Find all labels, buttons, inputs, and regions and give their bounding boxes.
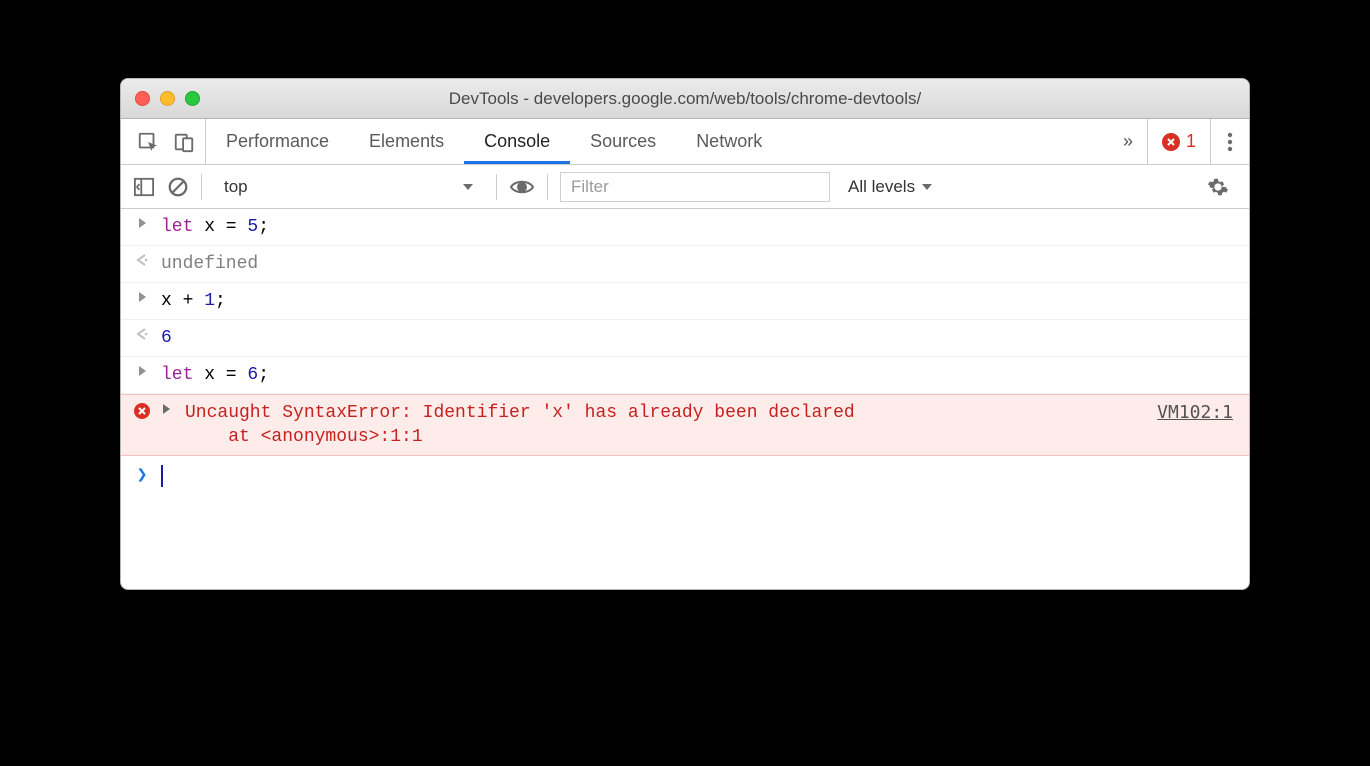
window-title: DevTools - developers.google.com/web/too… xyxy=(121,89,1249,109)
chevron-down-icon xyxy=(462,183,474,191)
console-prompt[interactable]: ❯ xyxy=(121,456,1249,496)
tab-sources[interactable]: Sources xyxy=(570,119,676,164)
toggle-device-toolbar-icon[interactable] xyxy=(173,131,195,153)
console-line-content: undefined xyxy=(161,252,1237,276)
execution-context-select[interactable]: top xyxy=(214,172,484,202)
maximize-window-button[interactable] xyxy=(185,91,200,106)
clear-console-button[interactable] xyxy=(167,176,189,198)
error-count[interactable]: 1 xyxy=(1147,119,1210,164)
chevron-double-right-icon: » xyxy=(1123,131,1133,152)
chevron-down-icon xyxy=(921,183,933,191)
text-cursor xyxy=(161,465,163,487)
expand-error-icon[interactable] xyxy=(161,401,171,415)
console-toolbar: top All levels xyxy=(121,165,1249,209)
context-select-value: top xyxy=(224,177,248,197)
titlebar: DevTools - developers.google.com/web/too… xyxy=(121,79,1249,119)
prompt-caret-icon: ❯ xyxy=(133,464,151,488)
console-line-content: let x = 5; xyxy=(161,215,1237,239)
panel-tabbar: PerformanceElementsConsoleSourcesNetwork… xyxy=(121,119,1249,165)
console-line-content: 6 xyxy=(161,326,1237,350)
error-badge-icon xyxy=(1162,133,1180,151)
more-options-button[interactable] xyxy=(1210,119,1249,164)
console-error-row[interactable]: Uncaught SyntaxError: Identifier 'x' has… xyxy=(121,394,1249,456)
console-output-row[interactable]: undefined xyxy=(121,246,1249,283)
console-output[interactable]: let x = 5; undefined x + 1; 6 let x = 6; Unc… xyxy=(121,209,1249,589)
log-levels-label: All levels xyxy=(848,177,915,197)
input-caret-icon xyxy=(133,215,151,229)
minimize-window-button[interactable] xyxy=(160,91,175,106)
output-caret-icon xyxy=(133,252,151,266)
console-input-row[interactable]: let x = 6; xyxy=(121,357,1249,394)
error-message: Uncaught SyntaxError: Identifier 'x' has… xyxy=(185,401,1147,449)
console-line-content: x + 1; xyxy=(161,289,1237,313)
filter-input[interactable] xyxy=(560,172,830,202)
tabs-overflow-button[interactable]: » xyxy=(1109,119,1147,164)
output-caret-icon xyxy=(133,326,151,340)
tab-console[interactable]: Console xyxy=(464,119,570,164)
console-input-row[interactable]: let x = 5; xyxy=(121,209,1249,246)
devtools-window: DevTools - developers.google.com/web/too… xyxy=(120,78,1250,590)
toggle-console-sidebar-button[interactable] xyxy=(133,177,155,197)
close-window-button[interactable] xyxy=(135,91,150,106)
error-count-value: 1 xyxy=(1186,131,1196,152)
input-caret-icon xyxy=(133,363,151,377)
console-output-row[interactable]: 6 xyxy=(121,320,1249,357)
tab-performance[interactable]: Performance xyxy=(206,119,349,164)
error-icon xyxy=(133,401,151,419)
log-levels-select[interactable]: All levels xyxy=(842,177,939,197)
inspect-element-icon[interactable] xyxy=(137,131,159,153)
tab-network[interactable]: Network xyxy=(676,119,782,164)
tab-elements[interactable]: Elements xyxy=(349,119,464,164)
traffic-lights xyxy=(135,91,200,106)
console-settings-button[interactable] xyxy=(1199,176,1237,198)
console-line-content: let x = 6; xyxy=(161,363,1237,387)
live-expression-button[interactable] xyxy=(509,178,535,196)
error-source-link[interactable]: VM102:1 xyxy=(1157,401,1237,425)
kebab-icon xyxy=(1227,132,1233,152)
console-input-row[interactable]: x + 1; xyxy=(121,283,1249,320)
input-caret-icon xyxy=(133,289,151,303)
